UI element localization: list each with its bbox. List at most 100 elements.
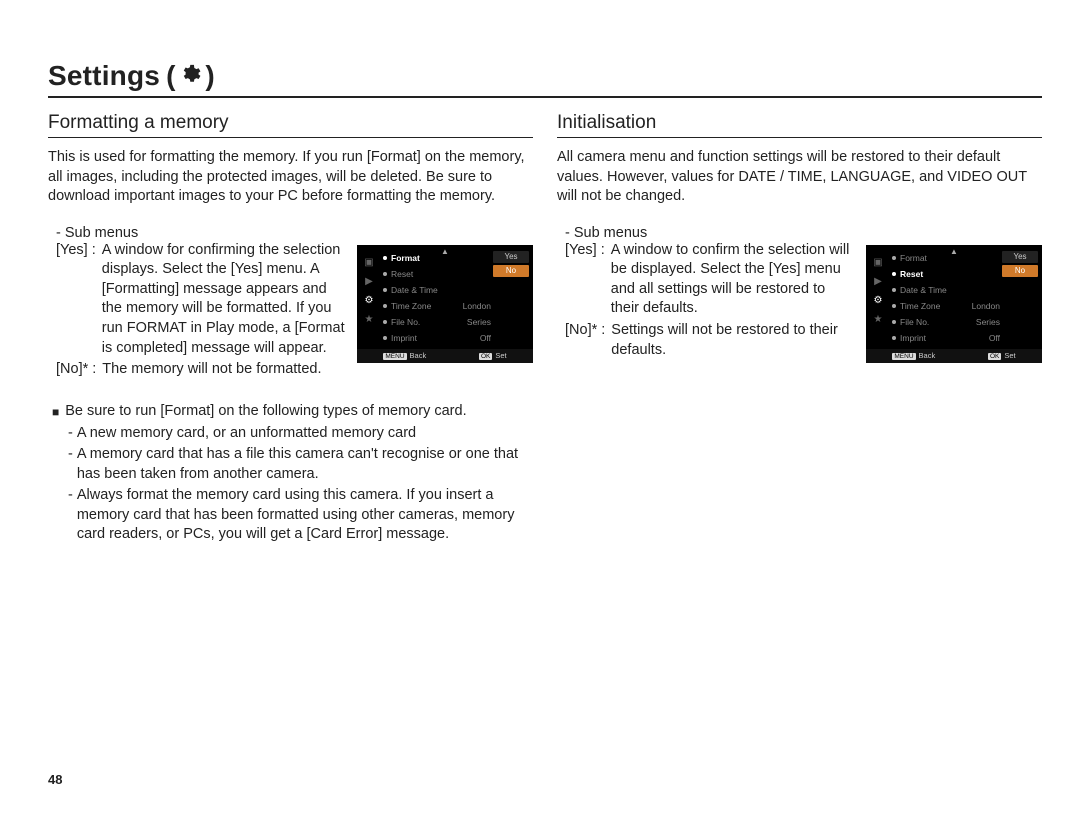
- paren-close: ): [205, 60, 214, 92]
- lcd-option-no: No: [493, 265, 529, 277]
- lcd-row-value: Series: [467, 316, 491, 328]
- lcd-menu-row: Date & Time: [381, 283, 493, 297]
- left-notes: ■ Be sure to run [Format] on the followi…: [48, 402, 533, 545]
- ok-button-icon: OK: [988, 353, 1001, 360]
- lcd-tab-icons: ▣ ▶ ⚙ ★: [361, 251, 377, 363]
- note-item: -A memory card that has a file this came…: [68, 445, 533, 484]
- note-text: A memory card that has a file this camer…: [77, 445, 533, 484]
- right-yes-key: [Yes] :: [565, 241, 605, 319]
- left-note-head: Be sure to run [Format] on the following…: [65, 402, 466, 422]
- lcd-option-yes: Yes: [1002, 251, 1038, 263]
- menu-button-icon: MENU: [892, 353, 915, 360]
- gear-icon: ⚙: [365, 295, 374, 306]
- lcd-menu-right: Format Reset Date & Time Time Zone London Fil…: [886, 251, 1002, 363]
- left-heading: Formatting a memory: [48, 112, 533, 138]
- left-yes-val: A window for confirming the selection di…: [102, 241, 345, 358]
- star-icon: ★: [365, 314, 374, 325]
- lcd-screenshot-format: ▲ ▣ ▶ ⚙ ★ Format Reset Date & Time Time Zon…: [357, 245, 533, 363]
- left-submenus-label: - Sub menus: [56, 225, 533, 241]
- lcd-menu-row: Imprint Off: [890, 331, 1002, 345]
- note-text: A new memory card, or an unformatted mem…: [77, 424, 416, 444]
- note-text: Always format the memory card using this…: [77, 486, 533, 545]
- caret-up-icon: ▲: [950, 247, 958, 256]
- lcd-menu-row: Time Zone London: [890, 299, 1002, 313]
- lcd-screenshot-reset: ▲ ▣ ▶ ⚙ ★ Format Reset Date & Time Time Zon…: [866, 245, 1042, 363]
- left-intro: This is used for formatting the memory. …: [48, 148, 533, 207]
- lcd-row-value: London: [463, 300, 491, 312]
- title-gear-group: ( ): [166, 60, 215, 92]
- lcd-menu-row: Time Zone London: [381, 299, 493, 313]
- lcd-menu-row: File No. Series: [381, 315, 493, 329]
- lcd-menu-row: Reset: [381, 267, 493, 281]
- manual-page: Settings ( ) Formatting a memory This is…: [0, 0, 1080, 815]
- right-no-key: [No]* :: [565, 321, 605, 360]
- lcd-menu-row: Format: [890, 251, 1002, 265]
- lcd-set-label: Set: [495, 351, 506, 360]
- lcd-menu-row: Reset: [890, 267, 1002, 281]
- left-column: Formatting a memory This is used for for…: [48, 112, 533, 547]
- right-heading: Initialisation: [557, 112, 1042, 138]
- lcd-row-value: Series: [976, 316, 1000, 328]
- star-icon: ★: [874, 314, 883, 325]
- lcd-row-label: Reset: [892, 268, 923, 280]
- right-yes-row: [Yes] : A window to confirm the selectio…: [557, 241, 1042, 363]
- square-bullet-icon: ■: [52, 402, 59, 422]
- note-item: -Always format the memory card using thi…: [68, 486, 533, 545]
- note-item: -A new memory card, or an unformatted me…: [68, 424, 533, 444]
- lcd-option-no: No: [1002, 265, 1038, 277]
- right-yes-val: A window to confirm the selection will b…: [611, 241, 854, 319]
- menu-button-icon: MENU: [383, 353, 406, 360]
- right-column: Initialisation All camera menu and funct…: [557, 112, 1042, 547]
- lcd-menu-row: Date & Time: [890, 283, 1002, 297]
- lcd-row-label: Date & Time: [383, 284, 438, 296]
- lcd-menu-row: Imprint Off: [381, 331, 493, 345]
- ok-button-icon: OK: [479, 353, 492, 360]
- caret-up-icon: ▲: [441, 247, 449, 256]
- lcd-row-label: Format: [892, 252, 927, 264]
- lcd-row-value: Off: [480, 332, 491, 344]
- page-title-row: Settings ( ): [48, 60, 1042, 98]
- page-title: Settings: [48, 60, 160, 92]
- lcd-back-label: Back: [410, 351, 427, 360]
- play-icon: ▶: [365, 276, 373, 287]
- camera-icon: ▣: [364, 257, 373, 268]
- left-yes-key: [Yes] :: [56, 241, 96, 358]
- lcd-row-label: Time Zone: [383, 300, 431, 312]
- camera-icon: ▣: [873, 257, 882, 268]
- left-no-val: The memory will not be formatted.: [102, 360, 345, 380]
- gear-icon: ⚙: [874, 295, 883, 306]
- play-icon: ▶: [874, 276, 882, 287]
- lcd-menu-row: Format: [381, 251, 493, 265]
- lcd-footer-left: MENU Back OKSet: [357, 349, 533, 363]
- lcd-row-label: Imprint: [892, 332, 926, 344]
- page-number: 48: [48, 772, 62, 787]
- dash-icon: -: [68, 486, 73, 545]
- lcd-tab-icons: ▣ ▶ ⚙ ★: [870, 251, 886, 363]
- dash-icon: -: [68, 445, 73, 484]
- lcd-row-label: File No.: [383, 316, 420, 328]
- left-note-list: -A new memory card, or an unformatted me…: [68, 424, 533, 545]
- lcd-row-value: Off: [989, 332, 1000, 344]
- paren-open: (: [166, 60, 175, 92]
- dash-icon: -: [68, 424, 73, 444]
- left-no-key: [No]* :: [56, 360, 96, 380]
- lcd-row-label: Time Zone: [892, 300, 940, 312]
- columns: Formatting a memory This is used for for…: [48, 112, 1042, 547]
- lcd-row-label: Date & Time: [892, 284, 947, 296]
- lcd-row-label: File No.: [892, 316, 929, 328]
- lcd-row-value: London: [972, 300, 1000, 312]
- left-yes-row: [Yes] : A window for confirming the sele…: [48, 241, 533, 380]
- gear-icon: [179, 60, 201, 92]
- lcd-row-label: Reset: [383, 268, 413, 280]
- lcd-options-right: Yes No: [1002, 251, 1038, 363]
- lcd-row-label: Format: [383, 252, 420, 264]
- right-intro: All camera menu and function settings wi…: [557, 148, 1042, 207]
- lcd-footer-right: MENU Back OKSet: [866, 349, 1042, 363]
- lcd-back-label: Back: [919, 351, 936, 360]
- lcd-menu-row: File No. Series: [890, 315, 1002, 329]
- lcd-menu-left: Format Reset Date & Time Time Zone London Fil…: [377, 251, 493, 363]
- right-no-val: Settings will not be restored to their d…: [611, 321, 854, 360]
- lcd-set-label: Set: [1004, 351, 1015, 360]
- lcd-option-yes: Yes: [493, 251, 529, 263]
- lcd-row-label: Imprint: [383, 332, 417, 344]
